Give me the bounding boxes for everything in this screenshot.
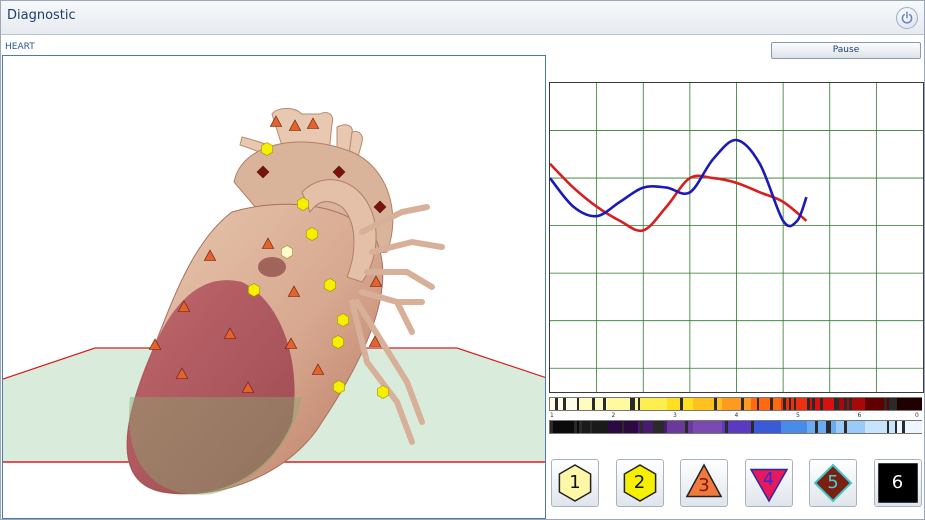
scale-number: 2: [611, 412, 616, 419]
color-scale: 1 2 3 4 5 6 0: [549, 397, 924, 437]
organ-label: HEART: [5, 42, 35, 52]
level-number: 2: [633, 472, 646, 493]
aortic-opening: [258, 257, 286, 277]
cool-spectrum-bar: [549, 420, 922, 434]
ventricle-tint: [128, 397, 302, 495]
spectrum-stripe: [918, 398, 922, 410]
level-number: 6: [891, 472, 904, 493]
scale-number: 6: [857, 412, 862, 419]
scale-number: 5: [796, 412, 800, 419]
waveform-plot: [548, 83, 923, 392]
heart-3d-viewer[interactable]: [2, 55, 546, 519]
waveform-chart: [548, 82, 924, 393]
level-1-button[interactable]: 1: [551, 459, 599, 507]
warm-spectrum-bar: [549, 397, 922, 411]
level-number: 5: [827, 472, 839, 493]
diagnostic-window: Diagnostic HEART Pause 1 2 3 4 5 6 0 1 2…: [0, 0, 925, 520]
level-number: 3: [698, 475, 710, 496]
window-title: Diagnostic: [7, 8, 76, 23]
series-line-2: [548, 138, 808, 228]
spectrum-stripe: [918, 421, 922, 433]
scale-number: 1: [550, 412, 554, 419]
level-3-button[interactable]: 3: [680, 459, 728, 507]
level-6-button[interactable]: 6: [873, 459, 922, 507]
level-number: 4: [762, 469, 775, 490]
level-number: 1: [569, 472, 581, 493]
scale-number: 3: [673, 412, 677, 419]
scale-numbers: 1 2 3 4 5 6 0: [549, 412, 922, 420]
pause-button[interactable]: Pause: [771, 42, 921, 59]
level-4-button[interactable]: 4: [744, 459, 793, 507]
scale-number: 4: [734, 412, 739, 419]
power-icon: [901, 11, 913, 24]
series-line-1: [549, 162, 808, 233]
power-button[interactable]: [896, 7, 918, 29]
heart-model: [3, 107, 545, 495]
title-bar: Diagnostic: [1, 1, 924, 35]
scale-number: 0: [915, 412, 919, 419]
level-buttons: 1 2 3 4 5 6: [549, 459, 924, 511]
level-2-button[interactable]: 2: [615, 459, 664, 507]
level-5-button[interactable]: 5: [809, 459, 857, 507]
